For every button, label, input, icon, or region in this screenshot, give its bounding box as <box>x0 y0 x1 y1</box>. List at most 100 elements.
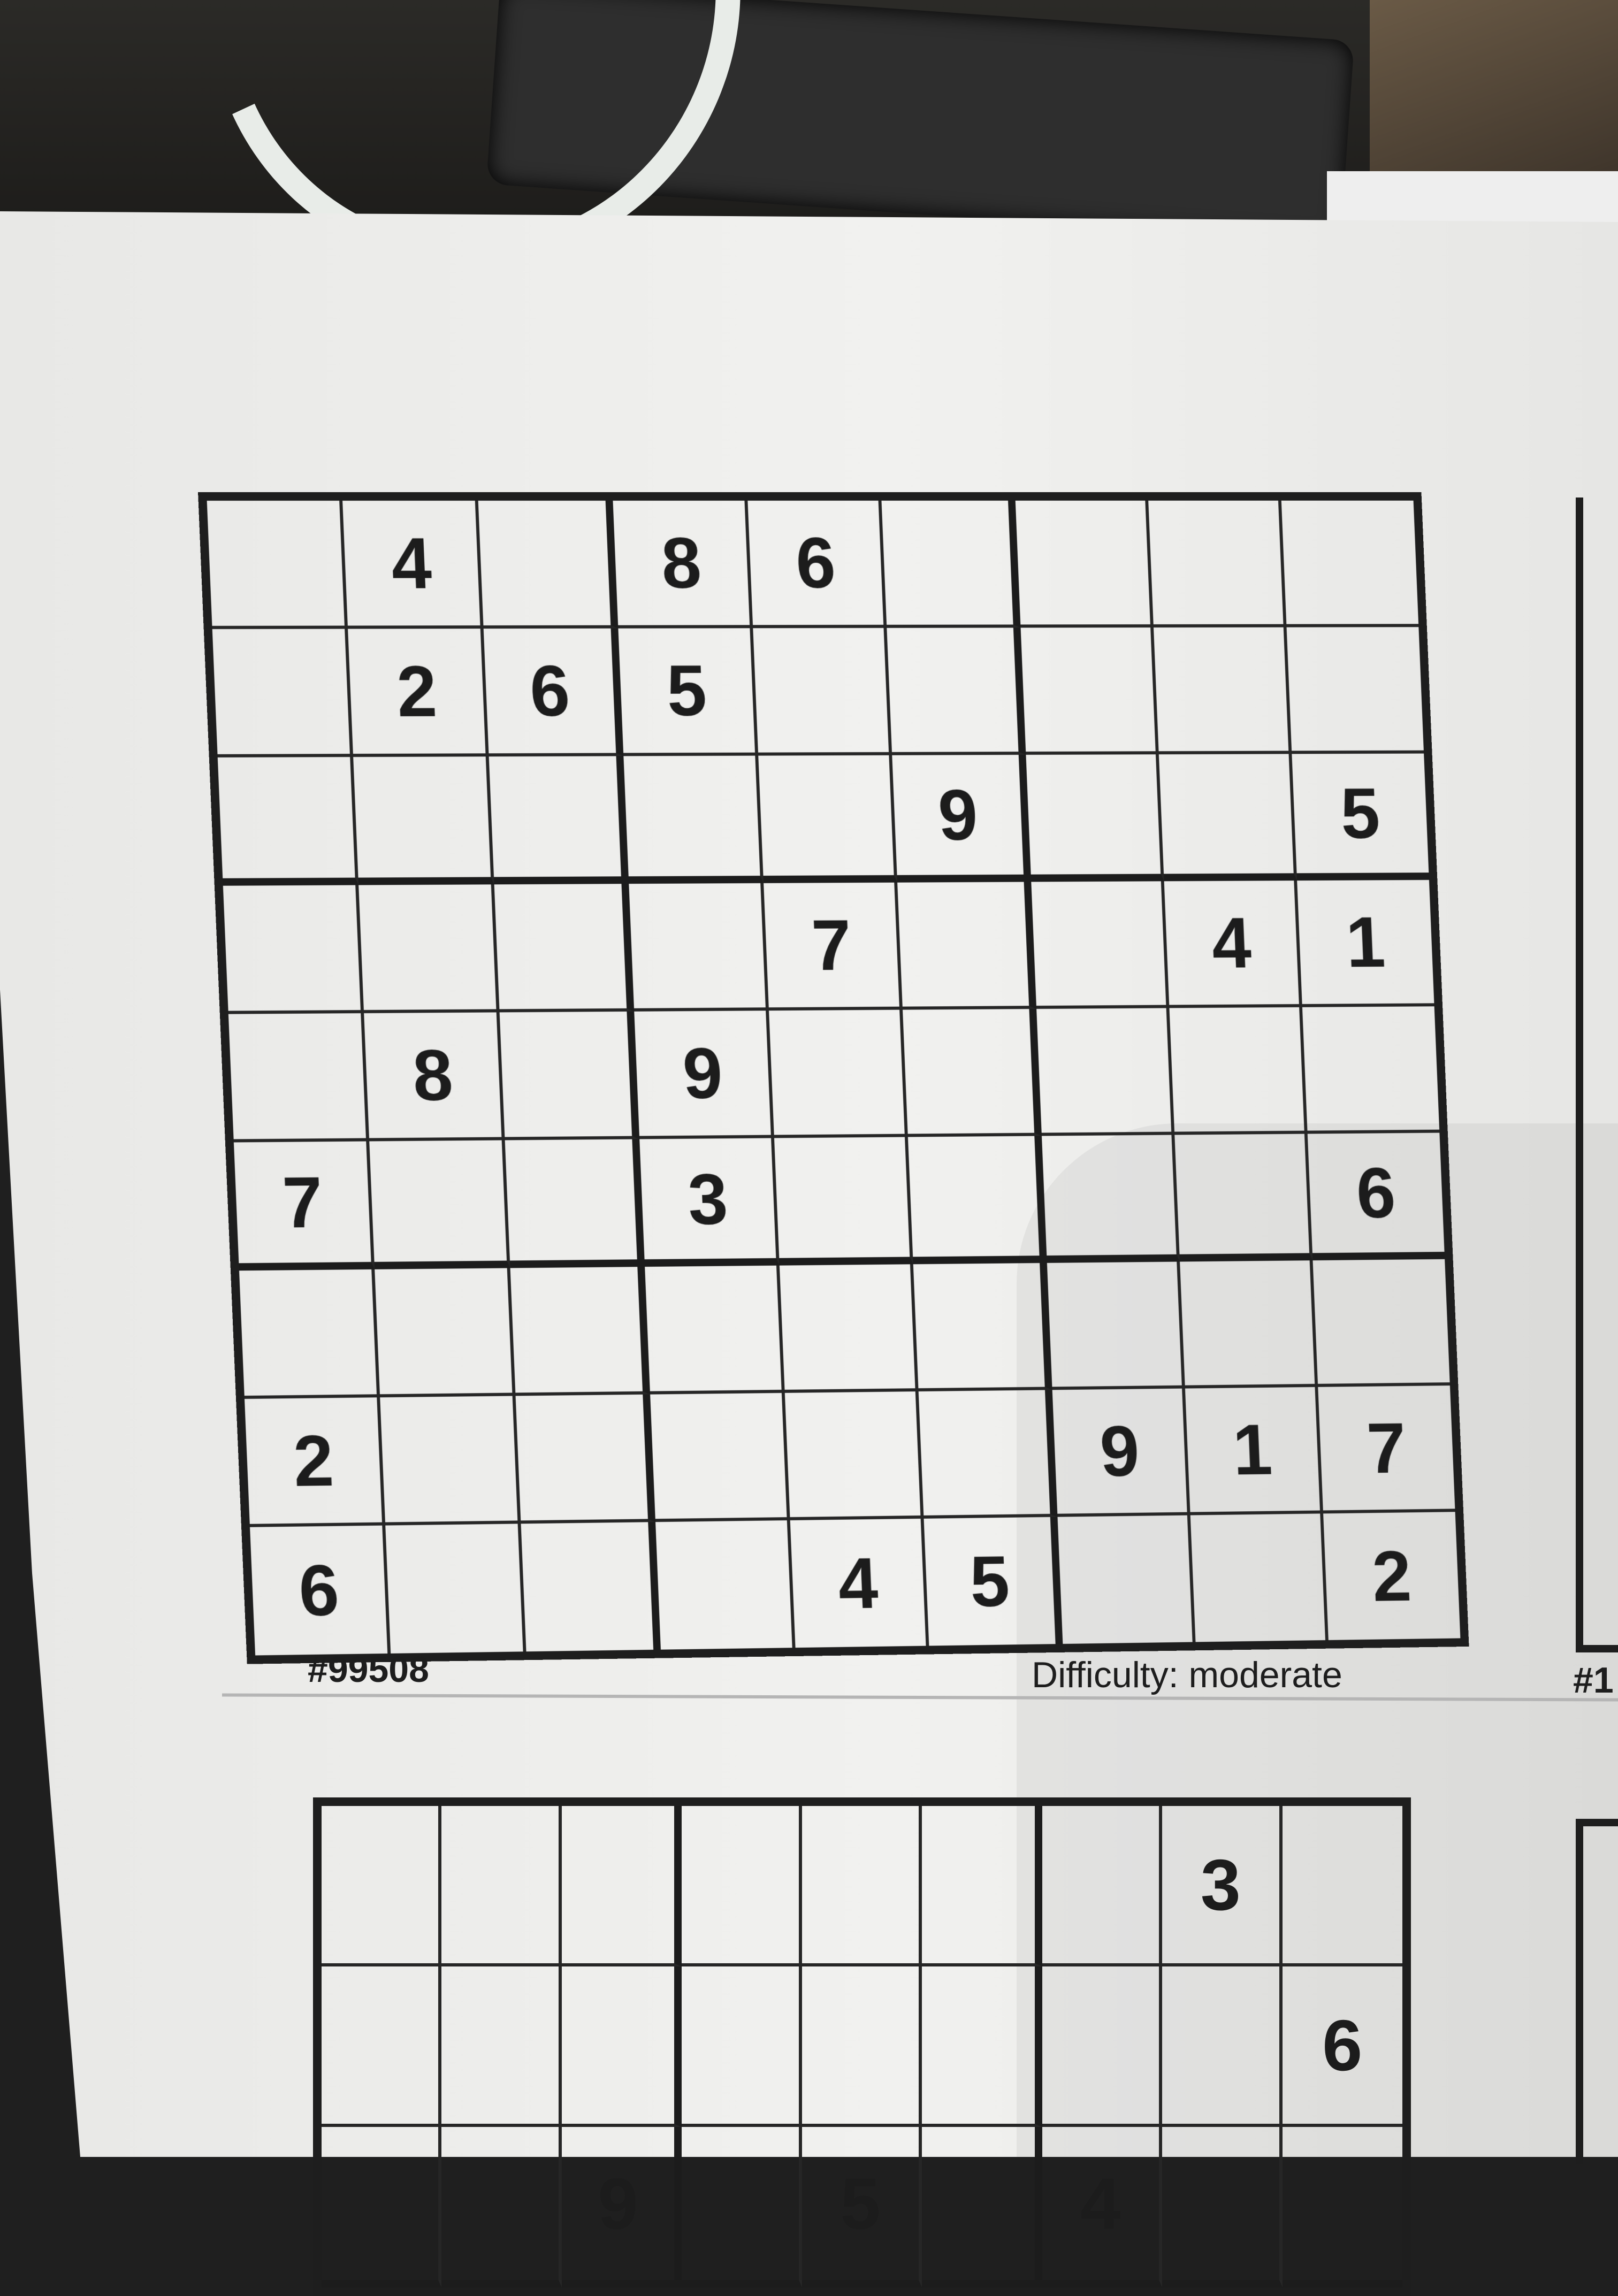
sudoku-grid-main: 486265957418973629176452 <box>198 492 1469 1664</box>
sudoku-cell <box>1286 627 1424 754</box>
sudoku-cell <box>358 884 500 1014</box>
sudoku-cell: 9 <box>1052 1388 1190 1517</box>
sudoku-cell <box>1154 627 1292 755</box>
sudoku-cell <box>1036 1008 1175 1136</box>
sudoku-cell <box>441 2127 562 2287</box>
sudoku-cell <box>655 1520 796 1650</box>
sudoku-cell <box>207 500 348 629</box>
sudoku-cell <box>369 1140 510 1269</box>
sudoku-cell <box>322 1806 442 1966</box>
sudoku-cell: 4 <box>1164 881 1302 1008</box>
sudoku-cell: 1 <box>1185 1387 1323 1516</box>
sudoku-cell <box>1180 1260 1318 1389</box>
sudoku-cell <box>645 1265 785 1395</box>
sudoku-cell <box>322 1966 442 2127</box>
sudoku-cell <box>385 1524 526 1654</box>
sudoku-cell <box>1162 1966 1283 2127</box>
sudoku-cell <box>922 1966 1042 2127</box>
sudoku-cell: 7 <box>1317 1386 1455 1514</box>
sudoku-cell: 9 <box>634 1011 774 1139</box>
sudoku-cell <box>1169 1007 1308 1135</box>
sudoku-cell: 5 <box>618 628 758 756</box>
sudoku-cell <box>212 629 354 757</box>
sudoku-cell <box>1162 2127 1283 2287</box>
sudoku-cell <box>561 1966 682 2127</box>
sudoku-cell <box>1148 500 1287 628</box>
sudoku-cell <box>1031 881 1170 1009</box>
sudoku-cell <box>903 1008 1042 1137</box>
sudoku-cell <box>650 1392 790 1522</box>
sudoku-cell <box>441 1966 562 2127</box>
adjacent-grid-fragment-top <box>1576 498 1618 1652</box>
sudoku-cell: 3 <box>1162 1806 1283 1966</box>
sudoku-cell <box>1282 2127 1402 2287</box>
sudoku-cell <box>521 1522 661 1652</box>
sudoku-cell <box>922 1806 1042 1966</box>
sudoku-cell <box>887 627 1026 755</box>
sudoku-cell: 7 <box>233 1141 375 1271</box>
sudoku-cell <box>784 1391 924 1520</box>
sudoku-cell <box>1302 1006 1440 1134</box>
sudoku-cell <box>499 1011 640 1141</box>
sudoku-cell <box>768 1009 909 1138</box>
sudoku-cell <box>217 757 359 886</box>
sudoku-cell <box>478 500 619 629</box>
sudoku-cell: 8 <box>364 1012 505 1142</box>
sudoku-cell <box>802 1806 922 1966</box>
sudoku-grid-second: 36 954 <box>313 1797 1411 2296</box>
sudoku-cell: 5 <box>924 1517 1063 1646</box>
sudoku-cell <box>1047 1261 1185 1390</box>
sudoku-cell: 5 <box>1291 753 1429 881</box>
difficulty-label: Difficulty: moderate <box>1032 1655 1342 1695</box>
sudoku-cell <box>779 1264 919 1393</box>
sudoku-cell <box>228 1013 370 1143</box>
sudoku-cell <box>353 756 494 885</box>
sudoku-cell: 6 <box>1282 1966 1402 2127</box>
sudoku-cell <box>223 885 364 1014</box>
sudoku-cell: 9 <box>561 2127 682 2287</box>
sudoku-cell: 8 <box>613 500 753 629</box>
sudoku-cell: 3 <box>639 1138 780 1267</box>
sudoku-cell <box>510 1267 651 1396</box>
sudoku-cell: 9 <box>892 754 1031 883</box>
sudoku-cell <box>682 2127 802 2287</box>
sudoku-cell: 7 <box>763 882 903 1011</box>
sudoku-cell: 4 <box>1042 2127 1163 2287</box>
sudoku-cell <box>682 1806 802 1966</box>
sudoku-cell: 2 <box>245 1397 386 1527</box>
adjacent-puzzle-label: #1 <box>1573 1660 1614 1701</box>
sudoku-cell <box>774 1137 913 1266</box>
sudoku-cell <box>1042 1806 1163 1966</box>
sudoku-cell <box>1042 1966 1163 2127</box>
sudoku-cell <box>380 1396 521 1526</box>
sudoku-cell <box>489 756 629 885</box>
sudoku-cell: 1 <box>1296 879 1434 1007</box>
sudoku-cell: 6 <box>483 628 624 757</box>
sudoku-cell <box>1312 1259 1450 1387</box>
sudoku-cell <box>802 1966 922 2127</box>
sudoku-cell <box>758 755 898 883</box>
sudoku-cell <box>1057 1515 1196 1644</box>
sudoku-cell <box>505 1139 645 1268</box>
sudoku-cell <box>629 883 769 1012</box>
sudoku-cell <box>561 1806 682 1966</box>
sudoku-cell <box>913 1262 1052 1392</box>
adjacent-grid-fragment-bottom <box>1576 1819 1618 2164</box>
sudoku-cell <box>753 627 892 756</box>
sudoku-cell <box>494 884 635 1013</box>
sudoku-cell <box>375 1268 516 1398</box>
sudoku-cell <box>1026 754 1164 882</box>
sudoku-cell: 6 <box>250 1525 391 1656</box>
sudoku-cell <box>239 1269 380 1399</box>
sudoku-cell <box>1190 1513 1329 1642</box>
sudoku-cell <box>322 2127 442 2287</box>
sudoku-cell <box>908 1136 1047 1265</box>
sudoku-cell <box>441 1806 562 1966</box>
sudoku-cell <box>623 755 764 884</box>
sudoku-cell: 4 <box>790 1518 929 1648</box>
sudoku-cell: 2 <box>348 629 489 757</box>
sudoku-cell <box>1282 1806 1402 1966</box>
sudoku-cell <box>881 500 1021 628</box>
puzzle-id-label: #99508 <box>308 1649 429 1690</box>
sudoku-cell <box>1174 1134 1313 1262</box>
